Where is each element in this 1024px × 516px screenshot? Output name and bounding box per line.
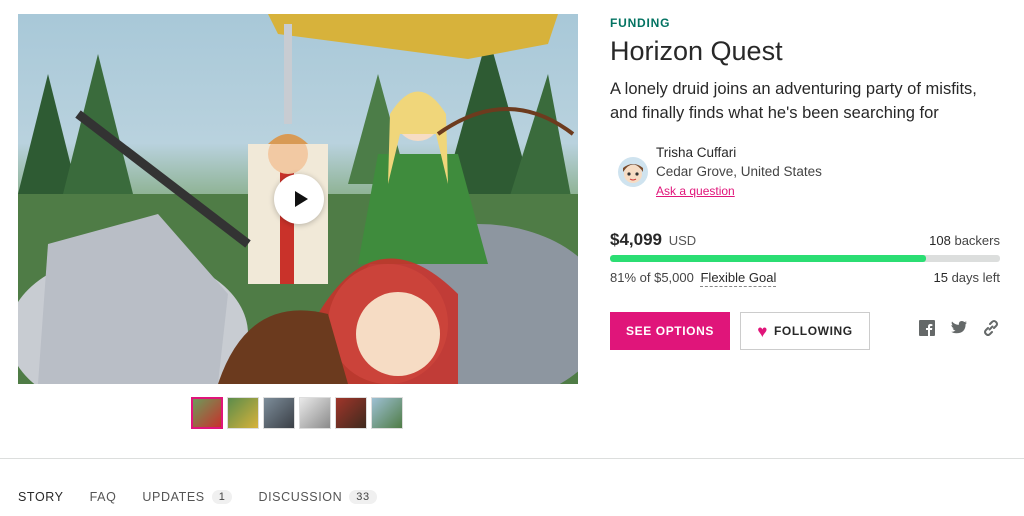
project-video[interactable] <box>18 14 578 384</box>
ask-question-link[interactable]: Ask a question <box>656 184 735 198</box>
creator-location: Cedar Grove, United States <box>656 164 822 179</box>
project-state-label: FUNDING <box>610 16 671 30</box>
backers-label: backers <box>954 233 1000 248</box>
twitter-icon[interactable] <box>950 319 968 337</box>
project-blurb: A lonely druid joins an adventuring part… <box>610 80 977 122</box>
play-icon <box>294 191 308 207</box>
following-label: FOLLOWING <box>773 324 853 338</box>
section-divider <box>0 458 1024 459</box>
play-button[interactable] <box>274 174 324 224</box>
thumbnail-5[interactable] <box>335 397 367 429</box>
thumbnail-1[interactable] <box>191 397 223 429</box>
facebook-icon[interactable] <box>918 319 936 337</box>
link-icon[interactable] <box>982 319 1000 337</box>
funding-progress-fill <box>610 255 926 262</box>
share-links <box>918 319 1000 337</box>
goal-text: 81% of $5,000 <box>610 270 694 285</box>
funding-progress-bar <box>610 255 1000 262</box>
days-left-number: 15 <box>933 270 948 285</box>
thumbnail-2[interactable] <box>227 397 259 429</box>
backers-count: 108 backers <box>929 233 1000 248</box>
tab-story[interactable]: STORY <box>18 490 64 504</box>
days-left-label: days left <box>951 270 1000 285</box>
discussion-count-badge: 33 <box>349 490 377 504</box>
backers-number: 108 <box>929 233 951 248</box>
thumbnail-3[interactable] <box>263 397 295 429</box>
creator-info: Trisha Cuffari Cedar Grove, United State… <box>610 143 1000 203</box>
tab-discussion-label: DISCUSSION <box>258 490 343 504</box>
tab-faq-label: FAQ <box>89 490 117 504</box>
tab-faq[interactable]: FAQ <box>90 490 117 504</box>
following-button[interactable]: ♥ FOLLOWING <box>740 312 870 350</box>
see-options-button[interactable]: SEE OPTIONS <box>610 312 730 350</box>
creator-name[interactable]: Trisha Cuffari <box>656 145 736 160</box>
heart-icon: ♥ <box>757 321 768 341</box>
pledged-currency: USD <box>668 233 697 248</box>
tab-story-label: STORY <box>18 490 64 504</box>
media-thumbnails <box>191 397 403 429</box>
thumbnail-4[interactable] <box>299 397 331 429</box>
goal-summary: 81% of $5,000 Flexible Goal <box>610 270 777 287</box>
goal-type[interactable]: Flexible Goal <box>700 270 777 287</box>
updates-count-badge: 1 <box>211 490 233 504</box>
tab-updates-label: UPDATES <box>142 490 205 504</box>
tab-discussion[interactable]: DISCUSSION 33 <box>258 490 377 504</box>
thumbnail-6[interactable] <box>371 397 403 429</box>
pledged-amount: $4,099 USD <box>610 230 696 250</box>
project-title: Horizon Quest <box>610 36 783 66</box>
tab-updates[interactable]: UPDATES 1 <box>142 490 233 504</box>
project-nav-tabs: STORY FAQ UPDATES 1 DISCUSSION 33 <box>18 490 377 504</box>
pledged-value: $4,099 <box>610 230 662 249</box>
creator-avatar[interactable] <box>618 157 648 187</box>
days-left: 15 days left <box>933 270 1000 285</box>
